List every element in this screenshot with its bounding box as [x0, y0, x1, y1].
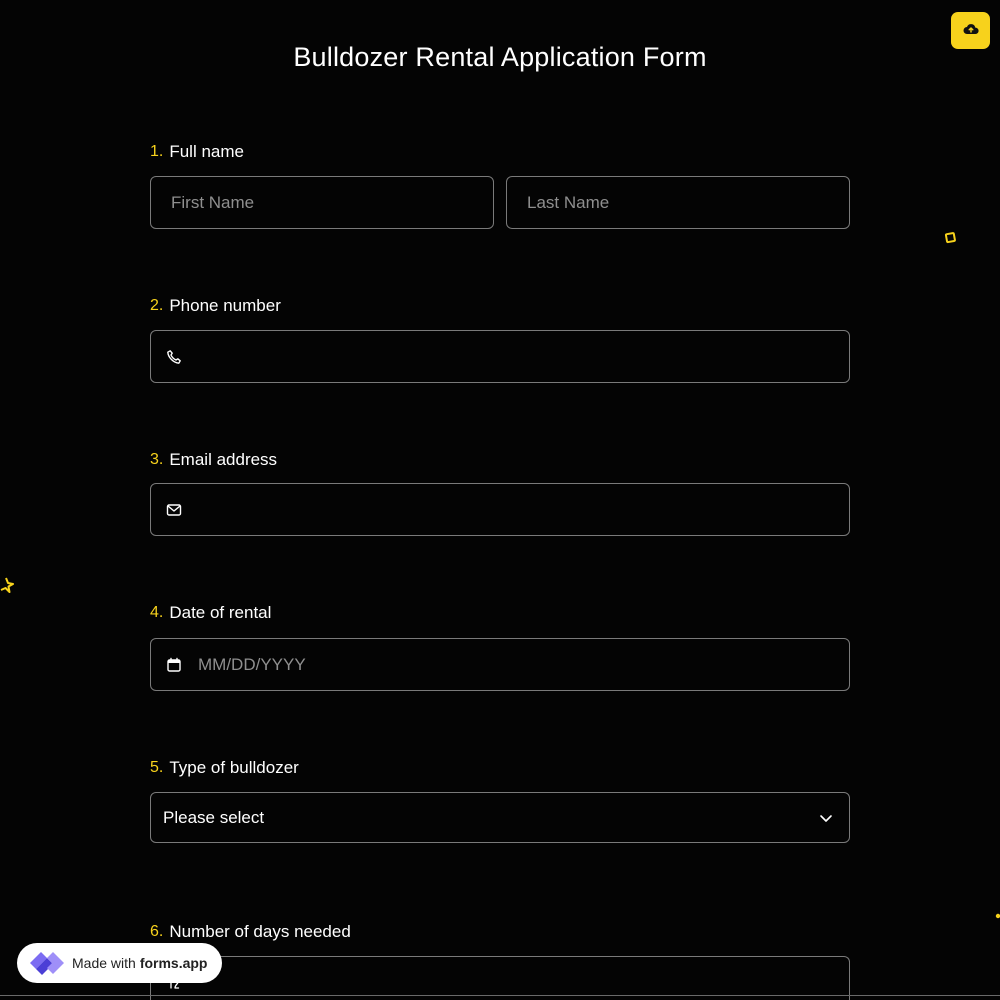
- mail-icon: [165, 501, 183, 519]
- question-text: Email address: [169, 450, 278, 469]
- sparkle-star-icon: [0, 577, 14, 593]
- sparkle-dot-icon: [995, 913, 1000, 919]
- date-placeholder: MM/DD/YYYY: [198, 654, 306, 674]
- first-name-placeholder: First Name: [171, 192, 255, 212]
- question-text: Phone number: [169, 296, 281, 315]
- last-name-placeholder: Last Name: [527, 192, 610, 212]
- question-email-address: 3. Email address: [150, 450, 850, 470]
- question-label: 4. Date of rental: [150, 603, 850, 623]
- question-text: Date of rental: [169, 603, 272, 622]
- bulldozer-type-select[interactable]: Please select: [150, 792, 850, 843]
- badge-brand: forms.app: [139, 955, 208, 971]
- date-input[interactable]: MM/DD/YYYY: [150, 638, 850, 691]
- question-number: 3.: [150, 451, 164, 468]
- bulldozer-type-selected: Please select: [163, 807, 265, 827]
- calendar-icon: [165, 656, 183, 674]
- question-label: 3. Email address: [150, 450, 850, 470]
- question-phone-number: 2. Phone number: [150, 296, 850, 316]
- chevron-down-icon: [817, 809, 835, 827]
- made-with-badge[interactable]: Made with forms.app: [17, 943, 222, 983]
- phone-input[interactable]: [150, 330, 850, 383]
- upload-button[interactable]: [951, 12, 990, 49]
- badge-prefix: Made with: [72, 955, 136, 971]
- question-number: 1.: [150, 143, 164, 160]
- bottom-divider: [0, 995, 1000, 996]
- question-full-name: 1. Full name: [150, 142, 850, 162]
- question-text: Full name: [169, 142, 244, 161]
- first-name-input[interactable]: First Name: [150, 176, 494, 229]
- question-type-of-bulldozer: 5. Type of bulldozer: [150, 758, 850, 778]
- question-number: 6.: [150, 923, 164, 940]
- page-title: Bulldozer Rental Application Form: [293, 42, 707, 72]
- email-input[interactable]: [150, 483, 850, 536]
- question-number: 4.: [150, 604, 164, 621]
- last-name-input[interactable]: Last Name: [506, 176, 850, 229]
- days-needed-input[interactable]: [150, 956, 850, 1000]
- question-text: Number of days needed: [169, 922, 351, 941]
- question-label: 5. Type of bulldozer: [150, 758, 850, 778]
- question-number: 2.: [150, 297, 164, 314]
- question-label: 6. Number of days needed: [150, 922, 850, 942]
- question-label: 2. Phone number: [150, 296, 850, 316]
- phone-icon: [165, 348, 183, 366]
- sparkle-square-icon: [944, 232, 956, 244]
- question-number: 5.: [150, 759, 164, 776]
- cloud-upload-icon: [963, 23, 979, 38]
- question-label: 1. Full name: [150, 142, 850, 162]
- question-number-of-days: 6. Number of days needed: [150, 922, 850, 942]
- question-text: Type of bulldozer: [169, 758, 299, 777]
- question-date-of-rental: 4. Date of rental: [150, 603, 850, 623]
- forms-app-logo-icon: [30, 952, 64, 975]
